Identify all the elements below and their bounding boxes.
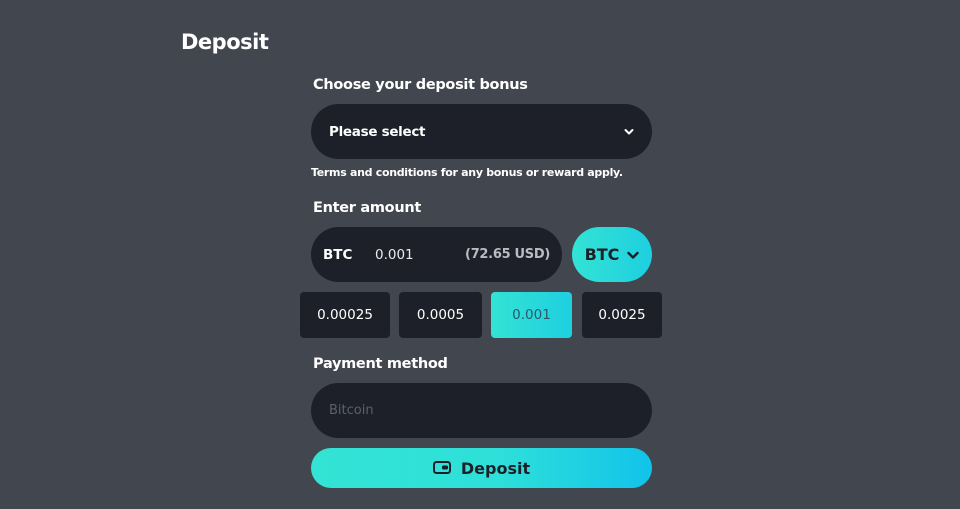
- deposit-button[interactable]: Deposit: [311, 448, 652, 488]
- chevron-down-icon: [627, 245, 640, 264]
- payment-method-label: Payment method: [313, 356, 448, 372]
- amount-value[interactable]: 0.001: [375, 247, 465, 263]
- preset-amount-button[interactable]: 0.0025: [582, 292, 662, 338]
- preset-amount-button[interactable]: 0.0005: [399, 292, 482, 338]
- bonus-select-value: Please select: [329, 123, 426, 140]
- currency-select-button[interactable]: BTC: [572, 227, 652, 282]
- preset-amount-button[interactable]: 0.00025: [300, 292, 390, 338]
- preset-amount-button-active[interactable]: 0.001: [491, 292, 572, 338]
- bonus-select[interactable]: Please select: [311, 104, 652, 159]
- amount-field[interactable]: BTC 0.001 (72.65 USD): [311, 227, 562, 282]
- terms-text: Terms and conditions for any bonus or re…: [311, 166, 623, 179]
- payment-method-input[interactable]: [329, 403, 634, 418]
- chevron-down-icon: [624, 128, 634, 136]
- amount-currency-code: BTC: [323, 246, 353, 263]
- wallet-icon: [432, 459, 451, 478]
- payment-method-field[interactable]: [311, 383, 652, 438]
- deposit-button-label: Deposit: [460, 458, 531, 478]
- page-title: Deposit: [181, 30, 269, 54]
- amount-label: Enter amount: [313, 200, 422, 216]
- amount-usd-value: (72.65 USD): [465, 247, 550, 262]
- currency-select-label: BTC: [584, 245, 620, 264]
- bonus-label: Choose your deposit bonus: [313, 77, 528, 93]
